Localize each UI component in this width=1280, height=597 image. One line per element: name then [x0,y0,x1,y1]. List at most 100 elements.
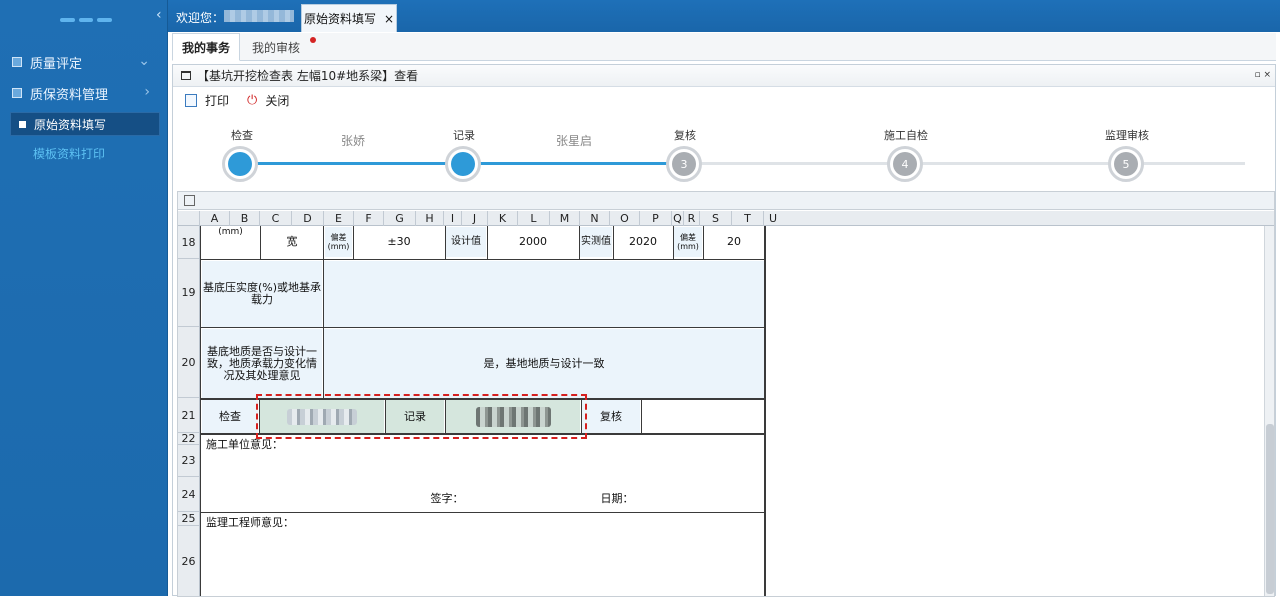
contractor-opinion-label: 施工单位意见： [206,438,326,452]
geology-value[interactable]: 是，基地地质与设计一致 [324,329,764,398]
print-button[interactable]: 打印 [205,92,229,109]
step-node-review: 3 [666,146,702,182]
progress-line-done [239,162,463,165]
column-header[interactable]: F [354,211,384,226]
toolbar: 打印 ⏻ 关闭 [173,87,1275,113]
document-icon [12,88,22,98]
sign-label: 签字： [422,492,472,506]
close-button[interactable]: 关闭 [265,92,289,109]
step-node-self-check: 4 [887,146,923,182]
tab-my-review[interactable]: 我的审核 [240,33,316,61]
window-icon [181,71,191,80]
row-header[interactable]: 21 [178,398,199,433]
signature-highlight-box [256,394,587,439]
tolerance-value[interactable]: ±30 [354,228,444,256]
row-header[interactable]: 19 [178,259,199,327]
column-header[interactable]: C [260,211,292,226]
row-header[interactable]: 26 [178,526,199,596]
column-header[interactable]: B [230,211,260,226]
sidebar-item-label: 质保资料管理 [30,87,109,103]
sidebar-item-quality-assessment[interactable]: 质量评定 ⌄ [0,47,168,77]
scrollbar-thumb[interactable] [1266,424,1274,594]
review-signature[interactable] [642,400,764,433]
column-header[interactable]: D [292,211,324,226]
width-label: 宽 [262,228,322,256]
column-headers: A B C D E F G H I J K L M N O P Q R S T … [178,211,1274,226]
document-icon [12,57,22,67]
geology-label: 基底地质是否与设计一致，地质承载力变化情况及其处理意见 [202,329,322,398]
progress-line-done [463,162,685,165]
column-header[interactable]: M [550,211,580,226]
column-header[interactable]: G [384,211,416,226]
deviation-value[interactable]: 20 [704,228,764,256]
row-header[interactable]: 20 [178,327,199,398]
step-node-supervision: 5 [1108,146,1144,182]
row-headers: 18 19 20 21 22 23 24 25 26 [178,226,200,596]
deviation-label-2: 偏差(mm) [674,227,702,257]
column-header[interactable]: I [444,211,462,226]
sidebar-subitem-template-print[interactable]: 模板资料打印 [10,141,160,165]
row-header[interactable]: 22 [178,432,199,445]
design-value-label: 设计值 [446,227,486,257]
check-label: 检查 [202,400,258,433]
column-header[interactable]: N [580,211,610,226]
collapse-sidebar-icon[interactable]: ‹ [156,7,172,23]
step-label: 复核 [674,129,696,142]
welcome-text: 欢迎您： [176,11,225,25]
column-header[interactable]: O [610,211,640,226]
supervisor-opinion-label: 监理工程师意见： [206,516,326,530]
sidebar-subitem-raw-data-fill[interactable]: 原始资料填写 [10,112,160,136]
column-header[interactable]: U [764,211,782,226]
sidebar-subitem-label: 模板资料打印 [33,146,106,161]
sidebar-item-qa-data-management[interactable]: 质保资料管理 › [0,78,168,108]
row-header[interactable]: 18 [178,226,199,259]
column-header[interactable]: A [200,211,230,226]
column-header[interactable]: L [518,211,550,226]
step-assignee: 张星启 [555,134,593,148]
sidebar-subitem-label: 原始资料填写 [34,117,107,132]
tab-label: 原始资料填写 [303,12,376,26]
progress-line-todo [685,162,1245,165]
spreadsheet[interactable]: A B C D E F G H I J K L M N O P Q R S T … [177,191,1275,597]
fullscreen-icon[interactable] [184,195,195,206]
design-value[interactable]: 2000 [488,228,578,256]
sidebar-item-label: 质量评定 [30,56,83,72]
column-header[interactable]: S [700,211,732,226]
actual-value[interactable]: 2020 [614,228,672,256]
column-header[interactable]: R [684,211,700,226]
step-node-record [445,146,481,182]
tab-raw-data-fill[interactable]: 原始资料填写 × [301,4,397,32]
vertical-scrollbar[interactable] [1264,226,1274,596]
date-label: 日期： [592,492,642,506]
power-icon[interactable]: ⏻ [247,93,257,108]
user-name-redacted [224,10,294,22]
column-header[interactable]: H [416,211,444,226]
panel-controls[interactable]: ▫ × [1254,70,1271,80]
bullet-icon [18,150,25,157]
column-header[interactable]: J [462,211,488,226]
column-header[interactable]: T [732,211,764,226]
document-panel: 【基坑开挖检查表 左幅10#地系梁】查看 ▫ × 打印 ⏻ 关闭 检查 记录 复… [172,64,1276,597]
row-header[interactable]: 25 [178,512,199,526]
tab-my-affairs[interactable]: 我的事务 [172,33,240,61]
print-icon[interactable] [185,93,197,107]
row-header[interactable]: 23 [178,445,199,477]
bullet-icon [19,120,26,128]
close-icon[interactable]: × [384,12,394,26]
review-label: 复核 [582,400,640,433]
step-node-check [222,146,258,182]
sub-tabs: 我的事务 我的审核 [172,33,1276,61]
panel-title: 【基坑开挖检查表 左幅10#地系梁】查看 [197,69,419,83]
compaction-value[interactable] [324,261,764,327]
panel-title-bar: 【基坑开挖检查表 左幅10#地系梁】查看 ▫ × [173,65,1275,87]
row-header[interactable]: 24 [178,477,199,512]
column-header[interactable]: K [488,211,518,226]
column-header[interactable]: Q [672,211,684,226]
step-label: 检查 [231,129,253,142]
notification-dot [310,37,316,43]
step-label: 记录 [453,129,475,142]
sheet-toolbar [178,192,1274,210]
column-header[interactable]: P [640,211,672,226]
tab-label: 我的审核 [251,40,300,55]
column-header[interactable]: E [324,211,354,226]
